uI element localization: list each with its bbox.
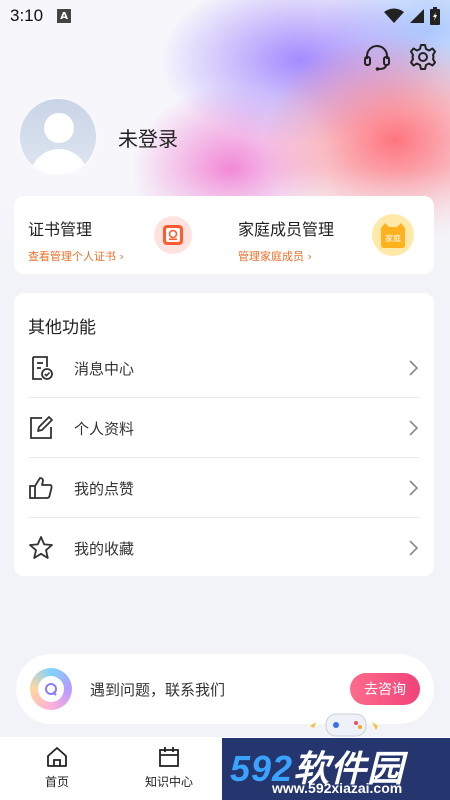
card-title: 证书管理 — [28, 220, 93, 239]
family-management-card[interactable]: 家庭成员管理 管理家庭成员 › 家庭 — [224, 196, 434, 274]
menu-item-my-favorites[interactable]: 我的收藏 — [28, 518, 420, 578]
calendar-icon — [159, 747, 179, 767]
chevron-right-icon — [409, 540, 419, 556]
chevron-right-icon — [409, 480, 419, 496]
card-subtitle: 查看管理个人证书 › — [28, 250, 124, 263]
menu-item-message-center[interactable]: 消息中心 — [28, 338, 420, 398]
headset-icon[interactable] — [362, 42, 392, 72]
login-status[interactable]: 未登录 — [118, 123, 178, 152]
signal-icon — [410, 9, 424, 23]
chevron-right-icon — [409, 420, 419, 436]
home-icon — [47, 747, 67, 767]
avatar[interactable] — [18, 97, 98, 177]
other-functions-card: 其他功能 消息中心 个人资料 我的点赞 我的收藏 — [14, 293, 434, 576]
certificate-icon — [154, 216, 192, 254]
tab-knowledge-center[interactable]: 知识中心 — [134, 745, 204, 790]
edit-profile-icon — [30, 416, 53, 439]
notification-indicator: A — [57, 9, 72, 23]
menu-item-label: 我的收藏 — [74, 539, 135, 558]
support-logo-icon — [30, 668, 72, 710]
status-bar: 3:10 A — [0, 0, 450, 32]
tab-label: 首页 — [44, 775, 69, 789]
wifi-icon — [384, 8, 404, 23]
message-center-icon — [32, 356, 53, 380]
watermark-logo: 592软件园 www.592xiazai.com — [222, 738, 450, 800]
menu-item-profile[interactable]: 个人资料 — [28, 398, 420, 458]
menu-item-label: 个人资料 — [74, 419, 135, 438]
star-icon — [29, 536, 53, 559]
contact-text: 遇到问题，联系我们 — [90, 680, 226, 699]
certificate-management-card[interactable]: 证书管理 查看管理个人证书 › — [14, 196, 224, 274]
family-icon-label: 家庭 — [385, 233, 401, 243]
menu-item-label: 我的点赞 — [74, 479, 135, 498]
chevron-right-icon — [409, 360, 419, 376]
gear-icon[interactable] — [408, 42, 438, 72]
menu-item-label: 消息中心 — [74, 359, 135, 378]
thumbs-up-icon — [29, 477, 53, 499]
quick-cards: 证书管理 查看管理个人证书 › 家庭成员管理 管理家庭成员 › 家庭 — [14, 196, 434, 274]
consult-button[interactable]: 去咨询 — [350, 673, 420, 705]
tab-home[interactable]: 首页 — [22, 745, 92, 790]
game-controller-decoration-icon — [310, 713, 378, 737]
section-title: 其他功能 — [28, 318, 96, 338]
status-time: 3:10 — [10, 6, 44, 25]
profile-section[interactable]: 未登录 — [18, 97, 178, 177]
tab-label: 知识中心 — [144, 775, 193, 789]
family-icon: 家庭 — [372, 214, 414, 256]
menu-item-my-likes[interactable]: 我的点赞 — [28, 458, 420, 518]
battery-icon — [430, 7, 440, 25]
watermark-url: www.592xiazai.com — [272, 780, 403, 796]
